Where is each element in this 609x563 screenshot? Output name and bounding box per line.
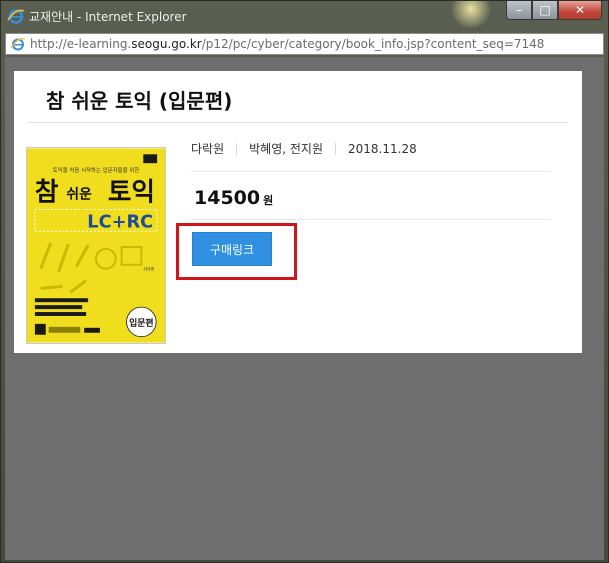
meta-divider [191,171,551,172]
page-icon [10,38,26,51]
url-prefix: http://e-learning. [30,37,132,51]
meta-separator [236,142,238,155]
book-info-panel: 참 쉬운 토익 (입문편) 토익을 처음 시작하는 입문자들을 위한 참 쉬운 … [14,71,582,353]
book-publisher: 다락원 [191,142,225,156]
maximize-button[interactable]: □ [532,1,558,20]
meta-separator [335,142,336,155]
cover-badge: 입문편 [129,317,153,329]
window-title: 교재안내 - Internet Explorer [29,10,187,24]
qr-code-icon [34,323,46,335]
buy-link-button[interactable]: 구매링크 [192,232,272,266]
internet-explorer-icon [7,9,25,24]
address-bar[interactable]: http://e-learning.seogu.go.kr/p12/pc/cyb… [5,33,604,55]
browser-window: 교재안내 - Internet Explorer – □ ✕ http://e-… [0,0,609,563]
close-button[interactable]: ✕ [558,1,602,20]
cover-title-mid: 쉬운 [66,187,92,203]
title-bar: 교재안내 - Internet Explorer – □ ✕ [1,1,608,31]
url-path: /p12/pc/cyber/category/book_info.jsp?con… [201,37,545,51]
cover-title-end: 토익 [108,178,155,208]
cover-title-main: 참 [35,178,59,208]
book-authors: 박혜영, 전지원 [249,142,323,156]
title-glow [451,1,491,27]
url-host: seogu.go.kr [131,37,202,51]
price-divider [191,219,551,220]
window-controls: – □ ✕ [506,1,602,21]
price-unit: 원 [263,194,274,207]
url-text[interactable]: http://e-learning.seogu.go.kr/p12/pc/cyb… [30,37,544,51]
svg-text:저자명: 저자명 [143,267,154,272]
book-cover-image: 토익을 처음 시작하는 입문자들을 위한 참 쉬운 토익 LC+RC 저자명 입… [26,147,166,344]
cover-subtitle: LC+RC [87,212,153,232]
title-divider [28,122,568,123]
book-title: 참 쉬운 토익 (입문편) [46,89,233,113]
cover-tagline: 토익을 처음 시작하는 입문자들을 위한 [53,166,139,174]
book-meta: 다락원 박혜영, 전지원 2018.11.28 [191,140,417,157]
book-date: 2018.11.28 [348,141,417,156]
minimize-button[interactable]: – [506,1,532,20]
page-content: 참 쉬운 토익 (입문편) 토익을 처음 시작하는 입문자들을 위한 참 쉬운 … [5,57,604,560]
book-price: 14500 원 [194,187,273,209]
price-value: 14500 [194,187,261,209]
publisher-logo-icon [143,154,158,164]
